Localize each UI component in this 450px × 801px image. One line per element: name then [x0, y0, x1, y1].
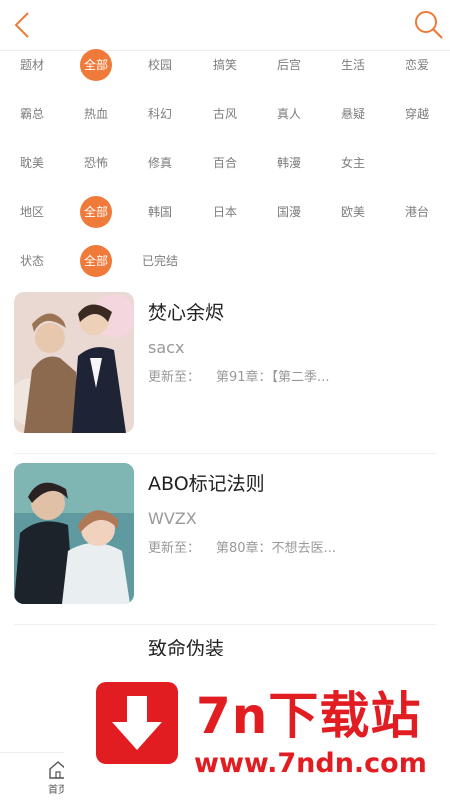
filter-genre-option[interactable]: 修真 [128, 148, 192, 178]
comic-card[interactable]: 焚心余烬 sacx 更新至： 第91章：【第二季... [0, 284, 450, 454]
comic-title[interactable]: ABO标记法则 [148, 469, 265, 496]
filter-genre-option[interactable]: 真人 [257, 99, 321, 129]
filter-label-region: 地区 [19, 205, 44, 219]
update-label: 更新至： [148, 370, 201, 385]
comic-author: WVZX [148, 509, 197, 528]
filter-region-option[interactable]: 欧美 [321, 197, 385, 227]
filter-row-genre-1: 题材 全部 校园 搞笑 后宫 生活 恋爱 [0, 48, 450, 82]
watermark-banner: 7n下载站 www.7ndn.com [64, 656, 450, 800]
filter-label-genre: 题材 [19, 58, 44, 72]
comic-card[interactable]: ABO标记法则 WVZX 更新至： 第80章：不想去医... [0, 455, 450, 625]
divider [14, 624, 436, 625]
filter-region-option[interactable]: 港台 [385, 197, 449, 227]
chevron-left-icon [14, 12, 29, 38]
filter-row-genre-2: 霸总 热血 科幻 古风 真人 悬疑 穿越 [0, 97, 450, 131]
filter-genre-option[interactable]: 女主 [321, 148, 385, 178]
filter-genre-option[interactable]: 热血 [64, 99, 128, 129]
filter-genre-option[interactable]: 校园 [128, 50, 192, 80]
filter-genre-option[interactable]: 搞笑 [193, 50, 257, 80]
filter-genre-option[interactable]: 耽美 [0, 148, 64, 178]
filter-row-status: 状态 全部 已完结 [0, 244, 450, 278]
update-chapter: 第80章：不想去医... [216, 541, 336, 556]
filter-region-option[interactable]: 日本 [193, 197, 257, 227]
update-label: 更新至： [148, 541, 201, 556]
filter-genre-option[interactable]: 古风 [193, 99, 257, 129]
search-button[interactable] [412, 8, 446, 42]
filter-genre-option[interactable]: 科幻 [128, 99, 192, 129]
filter-genre-all[interactable]: 全部 [64, 49, 128, 81]
filter-genre-option[interactable]: 穿越 [385, 99, 449, 129]
filter-genre-option[interactable]: 后宫 [257, 50, 321, 80]
filter-genre-option[interactable]: 韩漫 [257, 148, 321, 178]
comic-update: 更新至： 第80章：不想去医... [148, 537, 336, 556]
comic-title[interactable]: 焚心余烬 [148, 298, 224, 325]
comic-cover[interactable] [14, 463, 134, 604]
filter-status-option[interactable]: 已完结 [128, 246, 192, 276]
watermark-url: www.7ndn.com [194, 748, 427, 779]
header-bar [0, 0, 450, 51]
filter-genre-option[interactable]: 百合 [193, 148, 257, 178]
filter-genre-option[interactable]: 恋爱 [385, 50, 449, 80]
filter-genre-option[interactable]: 生活 [321, 50, 385, 80]
update-chapter: 第91章：【第二季... [216, 370, 330, 385]
filter-label-status: 状态 [19, 254, 44, 268]
filter-row-region: 地区 全部 韩国 日本 国漫 欧美 港台 [0, 195, 450, 229]
comic-author: sacx [148, 338, 185, 357]
filter-region-option[interactable]: 韩国 [128, 197, 192, 227]
filter-genre-option[interactable]: 恐怖 [64, 148, 128, 178]
watermark-name: 7n下载站 [196, 687, 422, 745]
filter-genre-option[interactable]: 霸总 [0, 99, 64, 129]
filter-region-option[interactable]: 国漫 [257, 197, 321, 227]
filter-region-all[interactable]: 全部 [64, 196, 128, 228]
download-arrow-icon [96, 682, 178, 764]
comic-update: 更新至： 第91章：【第二季... [148, 366, 329, 385]
filter-status-all[interactable]: 全部 [64, 245, 128, 277]
search-icon [415, 11, 443, 39]
comic-cover[interactable] [14, 292, 134, 433]
filter-genre-option[interactable]: 悬疑 [321, 99, 385, 129]
divider [14, 453, 436, 454]
filter-row-genre-3: 耽美 恐怖 修真 百合 韩漫 女主 [0, 146, 450, 180]
back-button[interactable] [6, 8, 40, 42]
